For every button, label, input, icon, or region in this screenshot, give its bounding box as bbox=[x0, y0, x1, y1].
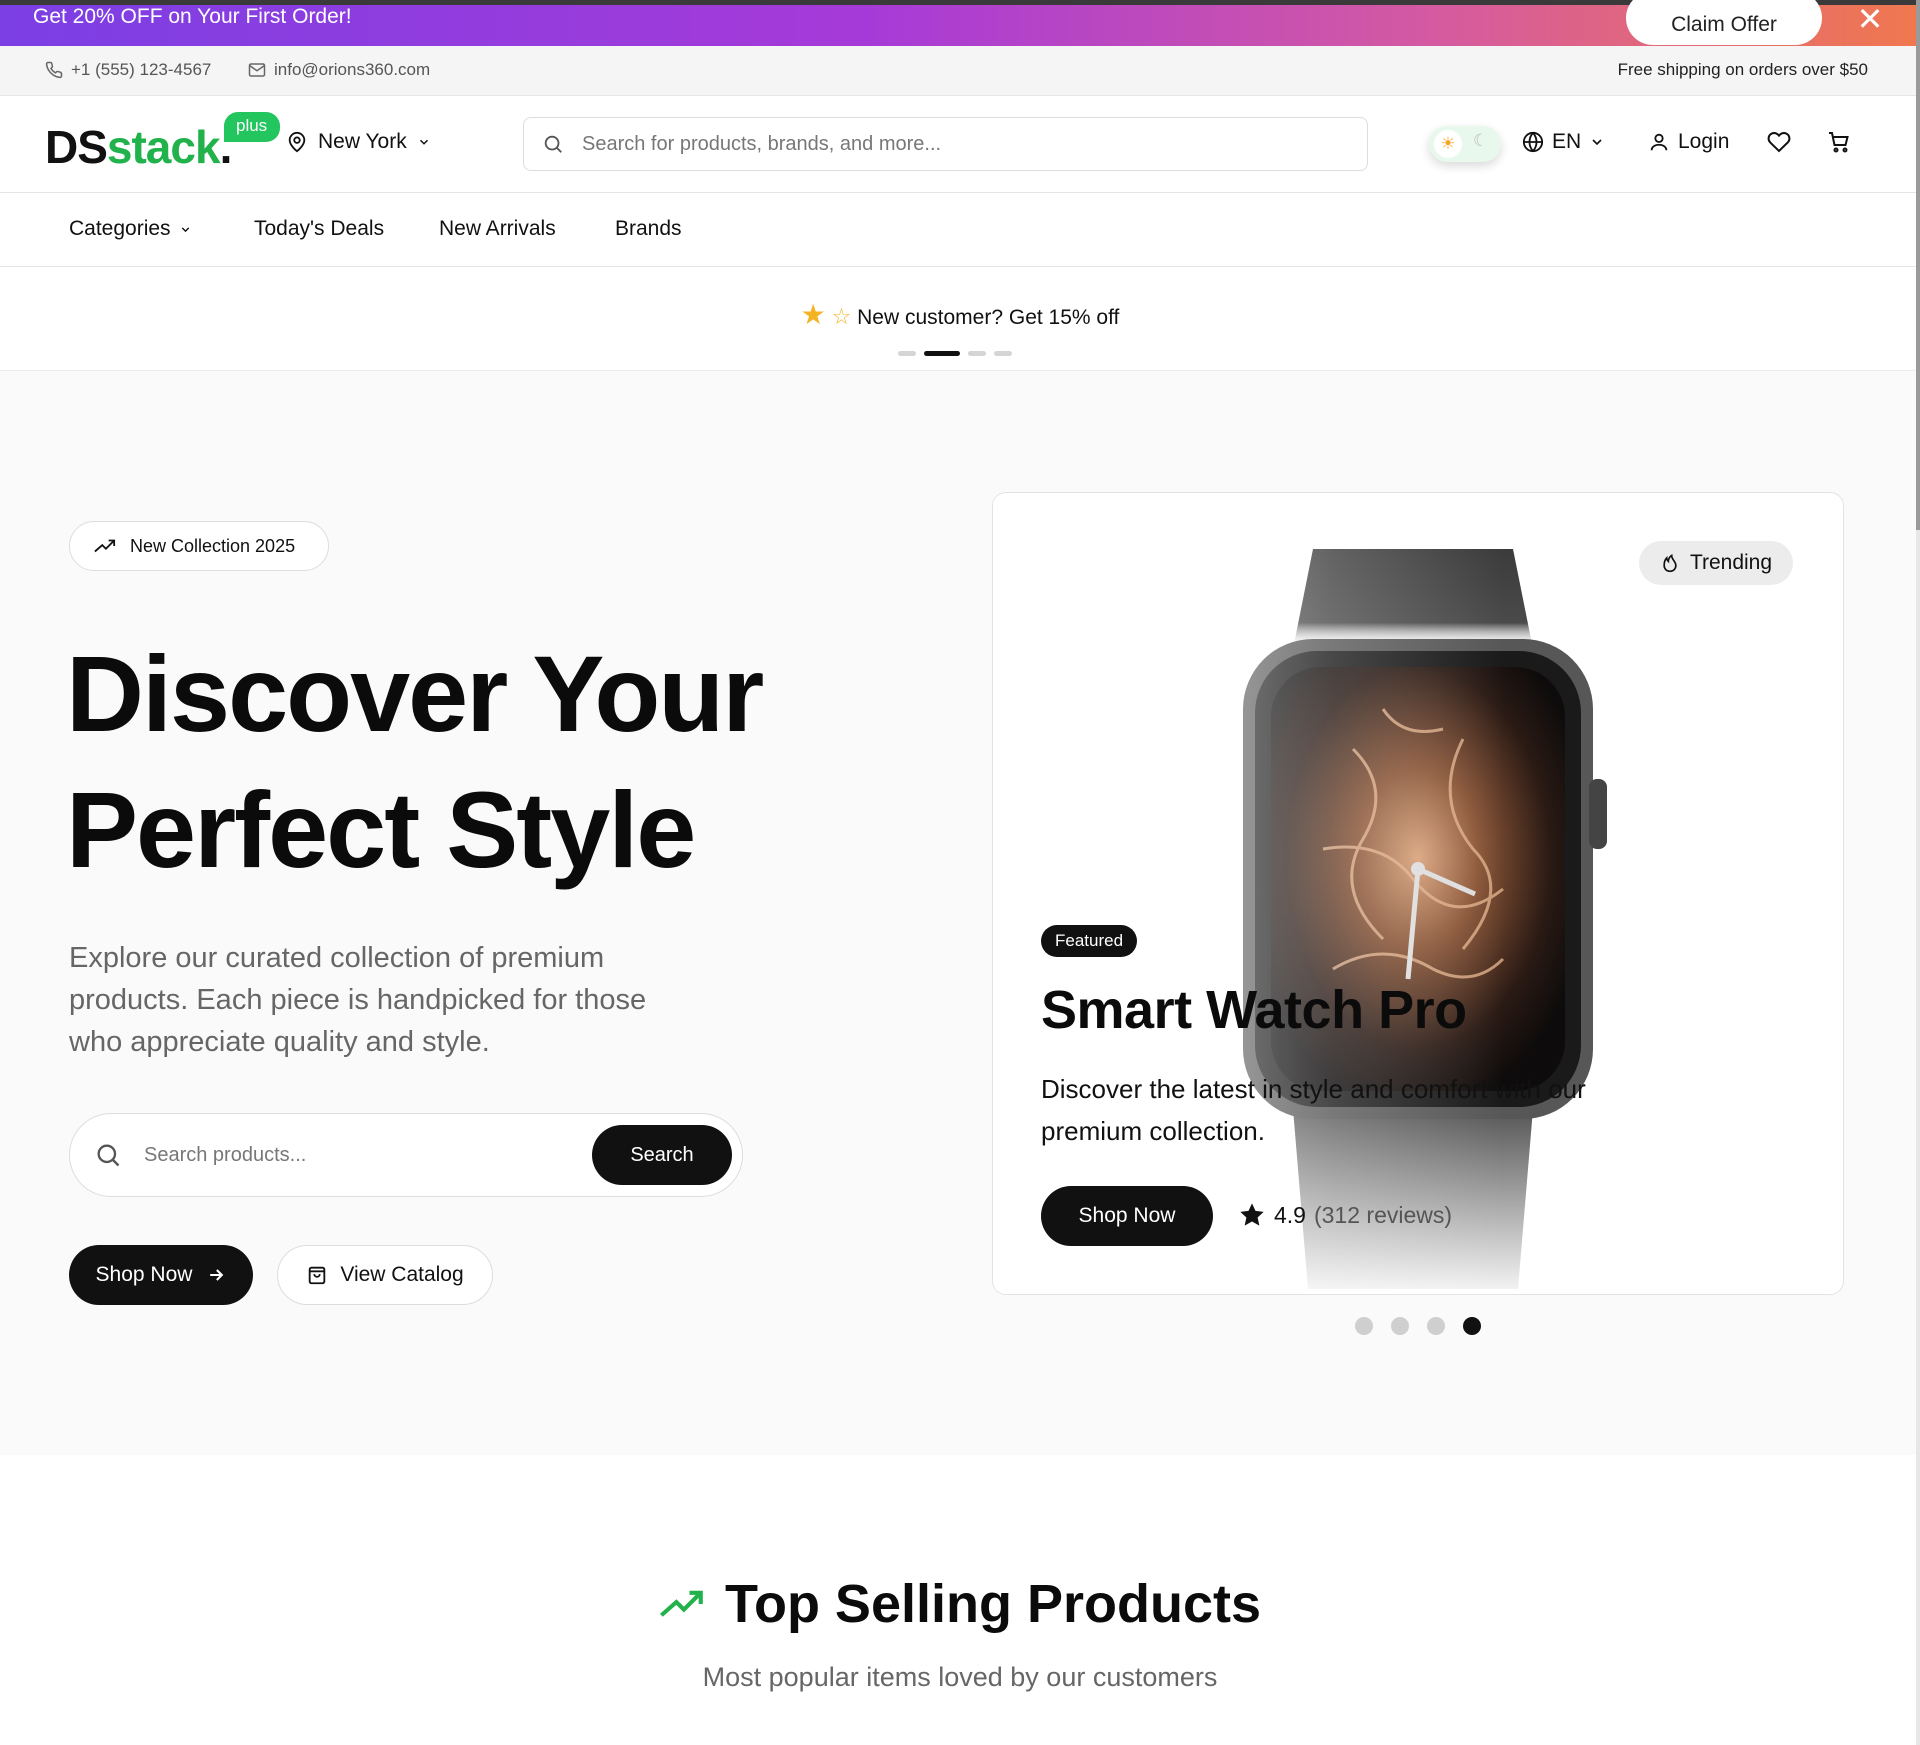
phone-icon bbox=[45, 61, 63, 79]
chevron-down-icon bbox=[1592, 139, 1602, 146]
page-scrollbar[interactable] bbox=[1916, 0, 1920, 1745]
arrow-right-icon bbox=[210, 1269, 224, 1281]
wishlist-button[interactable] bbox=[1766, 130, 1792, 159]
moon-icon: ☾ bbox=[1473, 131, 1489, 150]
location-selector[interactable]: New York bbox=[286, 130, 431, 154]
hero-search-button[interactable]: Search bbox=[592, 1125, 732, 1185]
announcement: ★ ☆ New customer? Get 15% off bbox=[0, 298, 1920, 331]
main-header: DSstack. plus New York ☀ ☾ EN Login bbox=[0, 96, 1920, 193]
card-overlay bbox=[993, 493, 1843, 1294]
claim-offer-button[interactable]: Claim Offer bbox=[1626, 0, 1822, 45]
logo[interactable]: DSstack. bbox=[45, 120, 232, 174]
theme-toggle[interactable]: ☀ ☾ bbox=[1429, 126, 1501, 162]
announcement-carousel: ★ ☆ New customer? Get 15% off bbox=[0, 267, 1920, 371]
product-description: Discover the latest in style and comfort… bbox=[1041, 1074, 1586, 1146]
nav-todays-deals[interactable]: Today's Deals bbox=[254, 217, 384, 241]
top-selling-heading: Top Selling Products bbox=[0, 1570, 1920, 1635]
nav-brands[interactable]: Brands bbox=[615, 217, 682, 241]
search-icon bbox=[97, 1144, 120, 1167]
location-label: New York bbox=[318, 130, 407, 153]
shop-now-label: Shop Now bbox=[95, 1263, 193, 1286]
map-pin-icon bbox=[288, 131, 306, 153]
star-icon bbox=[1240, 1203, 1264, 1226]
hero-title-line2: Perfect Style bbox=[66, 769, 696, 890]
category-nav: Categories Today's Deals New Arrivals Br… bbox=[0, 193, 1920, 267]
trending-label: Trending bbox=[1689, 551, 1773, 574]
language-label: EN bbox=[1552, 130, 1582, 153]
carousel-dot[interactable] bbox=[1427, 1317, 1445, 1335]
cart-button[interactable] bbox=[1826, 130, 1852, 159]
hero-carousel-pagination bbox=[1355, 1317, 1481, 1335]
shopping-bag-icon bbox=[309, 1266, 326, 1285]
trending-badge: Trending bbox=[1639, 541, 1793, 585]
new-collection-label: New Collection 2025 bbox=[130, 535, 296, 556]
nav-categories-label: Categories bbox=[69, 217, 171, 240]
hero-title: Discover Your Perfect Style bbox=[66, 626, 764, 898]
scrollbar-thumb[interactable] bbox=[1916, 0, 1920, 530]
featured-product-card[interactable]: Trending Featured Smart Watch Pro Discov… bbox=[992, 492, 1844, 1295]
logo-stack: stack bbox=[106, 121, 221, 173]
close-icon[interactable]: ✕ bbox=[1855, 0, 1885, 39]
carousel-dot[interactable] bbox=[1391, 1317, 1409, 1335]
hero-section: New Collection 2025 Discover Your Perfec… bbox=[0, 371, 1920, 1455]
featured-badge: Featured bbox=[1041, 925, 1138, 957]
login-button[interactable]: Login bbox=[1648, 130, 1729, 154]
announcement-pagination bbox=[898, 351, 1012, 356]
promo-banner: Get 20% OFF on Your First Order! Claim O… bbox=[0, 0, 1920, 46]
cart-icon bbox=[1829, 132, 1849, 153]
product-title: Smart Watch Pro bbox=[1041, 980, 1467, 1040]
chevron-down-icon bbox=[419, 139, 428, 145]
shop-now-button[interactable]: Shop Now bbox=[69, 1245, 253, 1305]
page: Get 20% OFF on Your First Order! Claim O… bbox=[0, 0, 1920, 1745]
announcement-dot[interactable] bbox=[968, 351, 986, 356]
language-selector[interactable]: EN bbox=[1522, 130, 1605, 154]
top-selling-subtitle: Most popular items loved by our customer… bbox=[702, 1662, 1218, 1692]
new-collection-badge: New Collection 2025 bbox=[69, 521, 329, 571]
email-contact[interactable]: info@orions360.com bbox=[248, 60, 430, 80]
flame-icon bbox=[1663, 553, 1677, 573]
star-icon: ★ bbox=[800, 299, 826, 330]
top-selling-title: Top Selling Products bbox=[724, 1574, 1262, 1634]
announcement-text: New customer? Get 15% off bbox=[857, 306, 1120, 329]
chevron-down-icon bbox=[181, 226, 189, 232]
header-search-input[interactable] bbox=[582, 132, 1342, 156]
carousel-dot-active[interactable] bbox=[1463, 1317, 1481, 1335]
nav-categories[interactable]: Categories bbox=[69, 217, 192, 241]
hero-title-line1: Discover Your bbox=[66, 633, 764, 754]
hero-search: Search bbox=[69, 1113, 743, 1197]
heart-icon bbox=[1767, 132, 1791, 153]
mail-icon bbox=[248, 63, 266, 77]
announcement-dot[interactable] bbox=[994, 351, 1012, 356]
view-catalog-label: View Catalog bbox=[340, 1263, 464, 1286]
contact-bar: +1 (555) 123-4567 info@orions360.com Fre… bbox=[0, 46, 1920, 96]
view-catalog-button[interactable]: View Catalog bbox=[277, 1245, 493, 1305]
login-label: Login bbox=[1678, 130, 1730, 153]
rating-value: 4.9 bbox=[1274, 1201, 1306, 1228]
user-icon bbox=[1650, 133, 1668, 151]
announcement-dot-active[interactable] bbox=[924, 351, 960, 356]
search-icon bbox=[544, 135, 562, 153]
shipping-notice: Free shipping on orders over $50 bbox=[1617, 60, 1868, 79]
email-address: info@orions360.com bbox=[274, 60, 431, 79]
phone-number: +1 (555) 123-4567 bbox=[71, 60, 212, 79]
star-icon: ☆ bbox=[831, 304, 852, 329]
promo-text: Get 20% OFF on Your First Order! bbox=[33, 5, 352, 28]
card-shop-now-button[interactable]: Shop Now bbox=[1041, 1186, 1213, 1246]
trending-up-icon bbox=[660, 1590, 703, 1617]
sun-icon: ☀ bbox=[1434, 130, 1462, 158]
header-search bbox=[523, 117, 1368, 171]
review-count: (312 reviews) bbox=[1313, 1201, 1453, 1228]
hero-subtitle: Explore our curated collection of premiu… bbox=[69, 942, 647, 1058]
trending-up-icon bbox=[94, 539, 116, 553]
carousel-dot[interactable] bbox=[1355, 1317, 1373, 1335]
product-rating: 4.9 (312 reviews) bbox=[1238, 1201, 1452, 1229]
logo-ds: DS bbox=[45, 121, 108, 173]
hero-search-input[interactable] bbox=[144, 1143, 584, 1167]
announcement-dot[interactable] bbox=[898, 351, 916, 356]
logo-plus-badge: plus bbox=[224, 112, 280, 142]
nav-new-arrivals[interactable]: New Arrivals bbox=[439, 217, 556, 241]
globe-icon bbox=[1522, 131, 1544, 153]
phone-contact[interactable]: +1 (555) 123-4567 bbox=[45, 60, 211, 80]
